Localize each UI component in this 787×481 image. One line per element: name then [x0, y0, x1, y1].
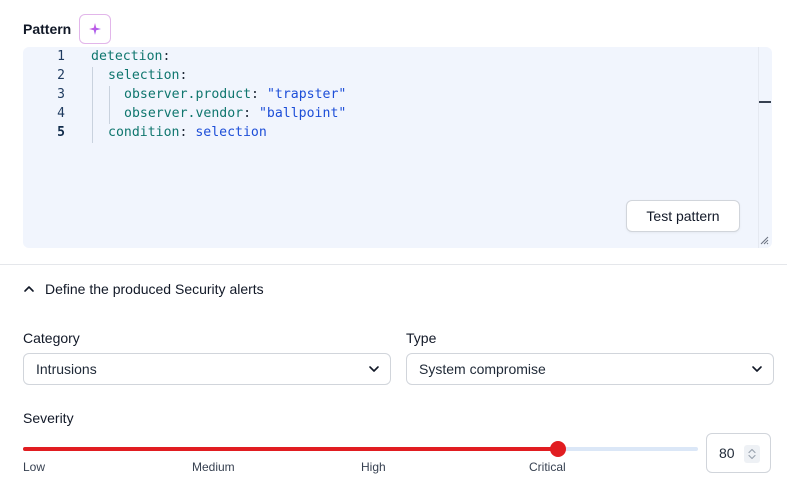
code-value: selection — [195, 125, 267, 140]
code-key: observer.vendor — [124, 106, 244, 121]
stepper-arrows-icon — [748, 448, 756, 460]
indent-guide — [109, 86, 110, 124]
pattern-label: Pattern — [23, 21, 72, 37]
security-alerts-accordion-toggle[interactable]: Define the produced Security alerts — [23, 278, 264, 300]
code-text: detection: — [91, 49, 170, 64]
code-sep: : — [179, 68, 188, 83]
severity-slider[interactable] — [23, 441, 698, 457]
indent-guide — [92, 67, 93, 143]
code-key: detection — [91, 49, 163, 64]
ai-assist-button[interactable] — [79, 14, 112, 44]
code-sep: : — [179, 125, 196, 140]
code-sep: : — [162, 49, 171, 64]
sparkle-icon — [89, 23, 102, 35]
code-sep: : — [251, 87, 267, 102]
line-number: 1 — [57, 49, 65, 64]
code-text: selection: — [108, 68, 187, 83]
severity-slider-thumb[interactable] — [549, 441, 566, 457]
severity-tick-high: High — [361, 460, 386, 474]
accordion-title: Define the produced Security alerts — [45, 281, 264, 297]
category-label: Category — [23, 330, 80, 346]
code-line: 1 detection: — [23, 47, 170, 66]
type-select[interactable]: System compromise — [406, 353, 774, 385]
code-line: 3 observer.product: "trapster" — [23, 85, 346, 104]
code-line: 2 selection: — [23, 66, 187, 85]
code-area[interactable]: 1 detection: 2 selection: 3 observer.pro… — [23, 47, 346, 142]
category-value: Intrusions — [36, 361, 97, 377]
section-divider — [0, 264, 787, 265]
severity-tick-critical: Critical — [529, 460, 566, 474]
severity-label: Severity — [23, 410, 74, 426]
chevron-down-icon — [369, 366, 379, 372]
code-value: "trapster" — [266, 87, 347, 102]
code-text: observer.vendor: "ballpoint" — [124, 106, 346, 121]
severity-stepper[interactable] — [744, 445, 760, 463]
line-number: 2 — [57, 68, 65, 83]
chevron-down-icon — [752, 366, 762, 372]
code-text: observer.product: "trapster" — [124, 87, 346, 102]
code-key: selection — [108, 68, 180, 83]
line-number: 5 — [57, 125, 65, 140]
category-select[interactable]: Intrusions — [23, 353, 391, 385]
code-key: condition — [108, 125, 180, 140]
editor-scrollbar[interactable] — [758, 47, 772, 248]
severity-slider-fill — [23, 447, 558, 451]
severity-value: 80 — [719, 445, 735, 461]
severity-tick-low: Low — [23, 460, 46, 474]
code-line: 5 condition: selection — [23, 123, 267, 142]
severity-number-input[interactable]: 80 — [706, 433, 771, 473]
type-label: Type — [406, 330, 437, 346]
chevron-up-icon — [24, 286, 34, 292]
test-pattern-button[interactable]: Test pattern — [626, 200, 740, 232]
resize-handle-icon[interactable] — [759, 235, 769, 245]
line-number: 3 — [57, 87, 65, 102]
line-number: 4 — [57, 106, 65, 121]
severity-tick-medium: Medium — [192, 460, 235, 474]
type-value: System compromise — [419, 361, 546, 377]
code-value: "ballpoint" — [258, 106, 347, 121]
pattern-header: Pattern — [23, 14, 112, 44]
code-key: observer.product — [124, 87, 252, 102]
code-text: condition: selection — [108, 125, 267, 140]
code-sep: : — [243, 106, 259, 121]
scrollbar-marker — [759, 101, 771, 103]
code-line: 4 observer.vendor: "ballpoint" — [23, 104, 346, 123]
